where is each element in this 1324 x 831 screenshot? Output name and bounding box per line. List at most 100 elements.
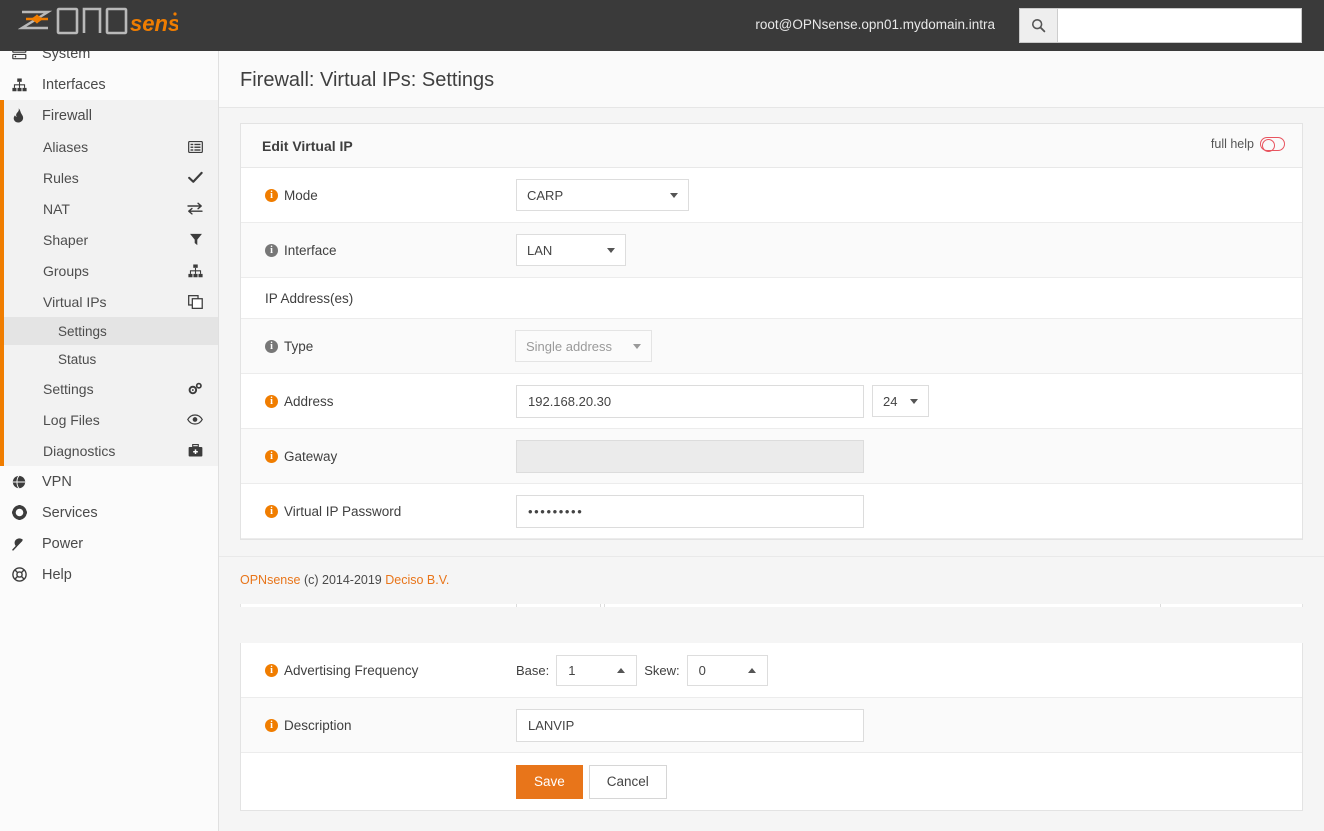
advertising-base-input[interactable]: 1 <box>556 654 638 686</box>
sidebar-item-label: Log Files <box>43 411 100 428</box>
sidebar-item-power[interactable]: Power <box>0 528 218 559</box>
interface-value: LAN <box>527 242 553 258</box>
sidebar-item-nat[interactable]: NAT <box>0 193 218 224</box>
chevron-up-icon[interactable] <box>747 668 756 673</box>
main-content: Firewall: Virtual IPs: Settings Edit Vir… <box>219 51 1324 831</box>
sidebar-item-aliases[interactable]: Aliases <box>0 131 218 162</box>
info-icon[interactable]: i <box>265 394 278 408</box>
type-label: Type <box>284 338 314 354</box>
interface-select[interactable]: LAN <box>516 234 626 266</box>
gear-icon <box>12 505 38 520</box>
advertising-label-wrap: i Advertising Frequency <box>241 663 497 678</box>
info-icon[interactable]: i <box>265 449 278 463</box>
chevron-down-icon <box>910 399 918 404</box>
form-row-virtual-ip-password: i Virtual IP Password <box>241 484 1302 539</box>
sidebar-item-shaper[interactable]: Shaper <box>0 224 218 255</box>
edit-virtual-ip-panel-lower: i Advertising Frequency Base: 1 Skew: 0 … <box>240 643 1303 811</box>
plug-icon <box>12 537 38 551</box>
sidebar-item-firewall[interactable]: Firewall <box>0 100 218 131</box>
sidebar-item-label: Firewall <box>42 107 92 124</box>
sitemap-icon <box>12 77 38 92</box>
sidebar-item-rules[interactable]: Rules <box>0 162 218 193</box>
top-header-bar: sense root@OPNsense.opn01.mydomain.intra <box>0 0 1324 51</box>
info-icon[interactable]: i <box>265 339 278 353</box>
full-help-label: full help <box>1210 137 1254 151</box>
form-row-type: i Type Single address <box>241 319 1302 374</box>
address-label-wrap: i Address <box>241 394 497 409</box>
sidebar-item-groups[interactable]: Groups <box>0 255 218 286</box>
sidebar-item-label: Services <box>42 504 98 521</box>
info-icon[interactable]: i <box>265 243 278 257</box>
description-label-wrap: i Description <box>241 718 497 733</box>
gateway-input <box>516 439 864 473</box>
ip-addresses-section-header: IP Address(es) <box>241 278 1302 319</box>
mode-label: Mode <box>284 187 318 203</box>
skew-value: 0 <box>698 662 706 678</box>
base-label: Base: <box>516 662 550 678</box>
medkit-icon <box>188 444 203 457</box>
chevron-down-icon <box>633 344 641 349</box>
mode-select[interactable]: CARP <box>516 179 689 211</box>
fire-icon <box>12 108 38 123</box>
type-value: Single address <box>526 338 612 354</box>
advertising-skew-input[interactable]: 0 <box>686 654 768 686</box>
address-input[interactable] <box>516 384 864 418</box>
sidebar-item-log-files[interactable]: Log Files <box>0 404 218 435</box>
life-ring-icon <box>12 567 38 582</box>
description-input[interactable] <box>516 708 864 742</box>
sidebar-item-virtualips-status[interactable]: Status <box>0 345 218 373</box>
mode-value: CARP <box>527 187 564 203</box>
sidebar-item-firewall-settings[interactable]: Settings <box>0 373 218 404</box>
sidebar-item-interfaces[interactable]: Interfaces <box>0 69 218 100</box>
sidebar-item-help[interactable]: Help <box>0 559 218 590</box>
search-icon[interactable] <box>1020 9 1058 42</box>
address-cidr-select[interactable]: 24 <box>872 385 929 417</box>
address-label: Address <box>284 393 334 409</box>
sidebar-item-label: Settings <box>43 380 94 397</box>
chevron-down-icon <box>670 193 678 198</box>
chevron-up-icon[interactable] <box>617 668 626 673</box>
advertising-frequency-label: Advertising Frequency <box>284 662 419 678</box>
info-icon[interactable]: i <box>265 504 278 518</box>
type-label-wrap: i Type <box>241 339 497 354</box>
sidebar-item-virtual-ips[interactable]: Virtual IPs <box>0 286 218 317</box>
server-icon <box>12 51 38 60</box>
footer-brand-link[interactable]: OPNsense <box>240 573 300 587</box>
form-row-mode: i Mode CARP <box>241 168 1302 223</box>
globe-icon <box>12 474 38 489</box>
clone-icon <box>188 294 203 309</box>
sidebar-item-vpn[interactable]: VPN <box>0 466 218 497</box>
sidebar-item-label: Diagnostics <box>43 442 116 459</box>
sidebar-item-label: Settings <box>58 323 107 339</box>
password-label: Virtual IP Password <box>284 503 402 519</box>
full-help-toggle[interactable]: full help <box>1210 137 1285 152</box>
virtual-ip-password-input[interactable] <box>516 494 864 528</box>
sidebar-item-services[interactable]: Services <box>0 497 218 528</box>
opnsense-logo[interactable]: sense <box>18 3 188 47</box>
sidebar-item-label: NAT <box>43 200 70 217</box>
description-label: Description <box>284 717 352 733</box>
sidebar-item-label: Status <box>58 351 97 367</box>
footer-copyright-text: (c) 2014-2019 <box>303 573 382 587</box>
global-search[interactable] <box>1019 8 1302 43</box>
gears-icon <box>187 382 203 396</box>
sidebar-navigation: System Interfaces Firewall Aliases Rules… <box>0 51 219 831</box>
search-input[interactable] <box>1058 9 1301 42</box>
form-row-advertising-frequency: i Advertising Frequency Base: 1 Skew: 0 <box>241 643 1302 698</box>
sidebar-item-virtualips-settings[interactable]: Settings <box>0 317 218 345</box>
sidebar-item-system[interactable]: System <box>0 51 218 69</box>
sidebar-item-label: Rules <box>43 169 79 186</box>
info-icon[interactable]: i <box>265 663 278 677</box>
info-icon[interactable]: i <box>265 718 278 732</box>
sidebar-item-diagnostics[interactable]: Diagnostics <box>0 435 218 466</box>
save-button[interactable]: Save <box>516 764 583 799</box>
toggle-off-icon[interactable] <box>1260 137 1285 152</box>
sidebar-item-label: Virtual IPs <box>43 293 107 310</box>
sitemap-icon <box>188 263 203 278</box>
interface-label-wrap: i Interface <box>241 243 497 258</box>
footer-company-link[interactable]: Deciso B.V. <box>385 573 449 587</box>
info-icon[interactable]: i <box>265 188 278 202</box>
sidebar-item-label: VPN <box>42 473 72 490</box>
cancel-button[interactable]: Cancel <box>588 764 667 799</box>
sidebar-item-label: Shaper <box>43 231 89 248</box>
